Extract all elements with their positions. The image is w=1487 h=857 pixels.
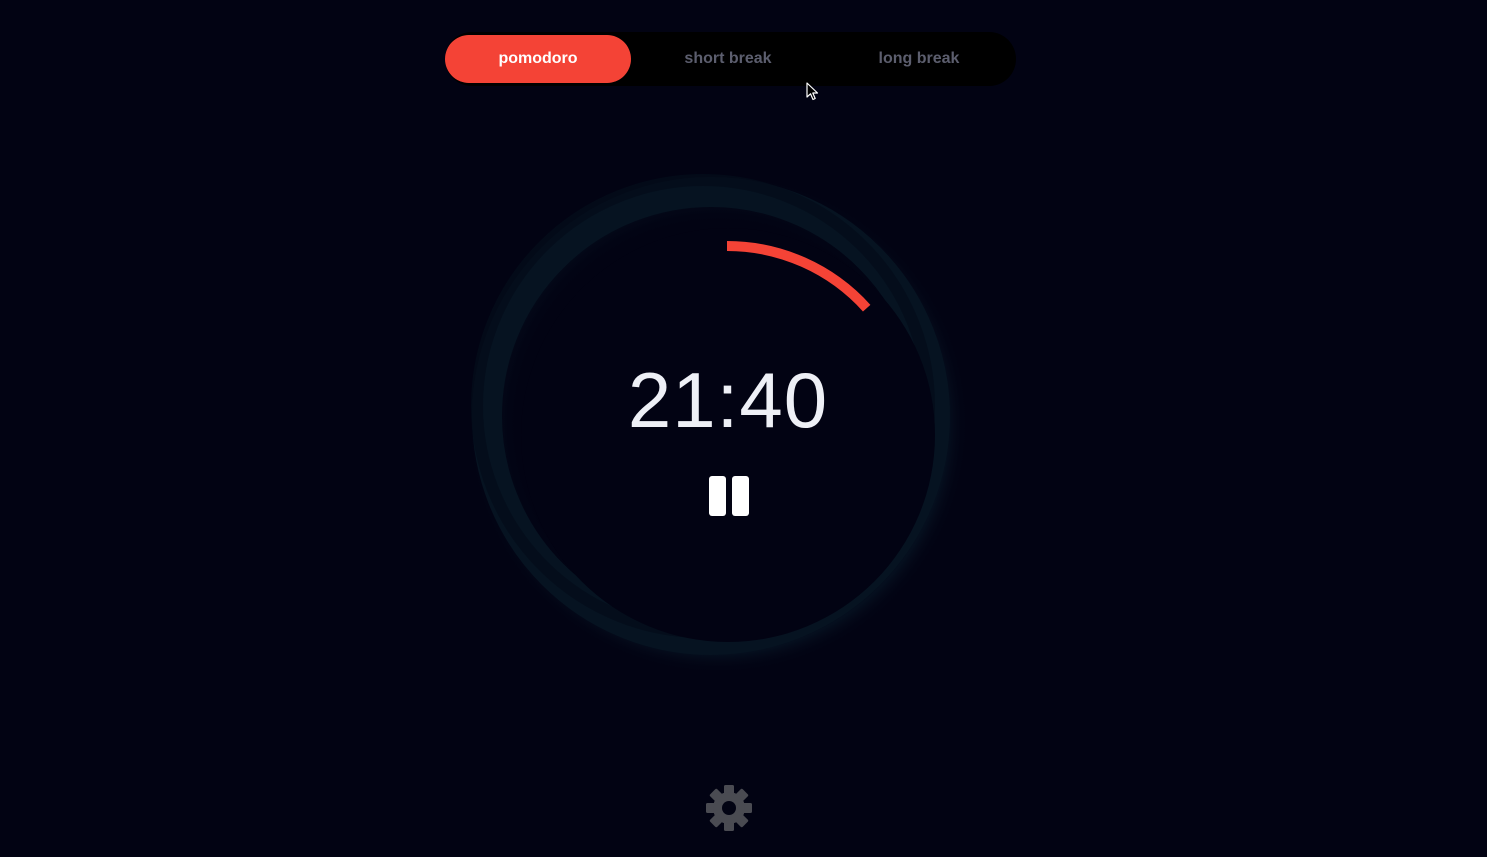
pause-icon-left-bar (709, 476, 726, 516)
timer-display: 21:40 (627, 356, 829, 444)
pomodoro-app: pomodoro short break long break 21:40 (0, 0, 1487, 857)
mode-pomodoro-button[interactable]: pomodoro (445, 35, 631, 83)
pause-icon-right-bar (732, 476, 749, 516)
mode-switch: pomodoro short break long break (445, 32, 1016, 86)
mode-long-break-button[interactable]: long break (825, 35, 1013, 83)
gear-icon (706, 785, 752, 831)
pause-button[interactable] (704, 472, 754, 522)
mouse-cursor-icon (806, 82, 819, 101)
settings-button[interactable] (704, 783, 754, 833)
mode-short-break-button[interactable]: short break (633, 35, 823, 83)
